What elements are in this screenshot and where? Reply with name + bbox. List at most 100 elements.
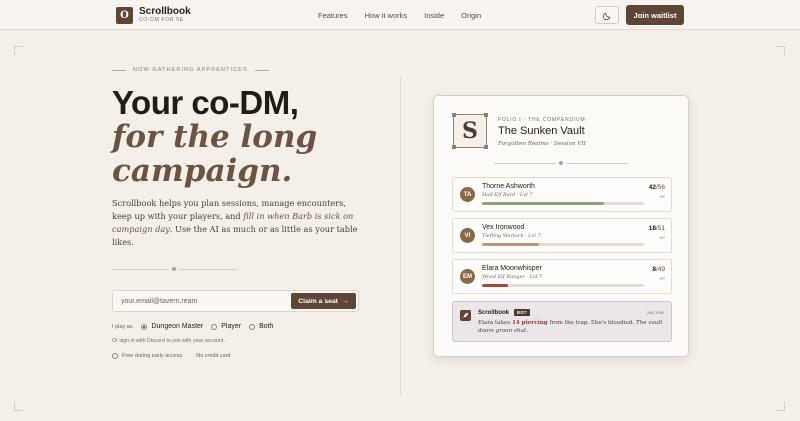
moon-icon: [602, 12, 610, 20]
avatar: EM: [460, 269, 475, 284]
author-name: Scrollbook: [478, 309, 510, 316]
character-name: Elara Moonwhisper: [482, 265, 542, 272]
hp-value: 8/49: [652, 266, 665, 273]
ornament-line: [494, 162, 556, 164]
corner-ornament: [776, 46, 785, 55]
corner-ornament: [14, 46, 23, 55]
main-nav: Features How it works Inside Origin: [318, 11, 498, 20]
claim-seat-button[interactable]: Claim a seat →: [291, 293, 356, 309]
role-option-label: Player: [221, 323, 242, 330]
ornament-line: [112, 268, 169, 270]
top-navigation-bar: O Scrollbook CO-DM FOR 5E Features How i…: [0, 0, 800, 30]
headline-line-2: for the long: [112, 119, 318, 155]
character-class: Tiefling Warlock · Lvl 7: [482, 233, 541, 239]
party-member-card[interactable]: VI Vex Ironwood Tiefling Warlock · Lvl 7…: [452, 218, 672, 253]
card-title: The Sunken Vault: [498, 125, 585, 137]
character-class: Wood Elf Ranger · Lvl 7: [482, 274, 543, 280]
avatar: VI: [460, 228, 475, 243]
party-member-card[interactable]: EM Elara Moonwhisper Wood Elf Ranger · L…: [452, 259, 672, 294]
nav-link-origin[interactable]: Origin: [461, 11, 481, 20]
hp-label: HP: [659, 276, 665, 281]
radio-unselected[interactable]: [249, 324, 256, 330]
hp-value: 18/51: [649, 225, 665, 232]
theme-toggle-button[interactable]: [595, 6, 619, 24]
logo-mark: O: [116, 6, 133, 24]
seal-corner: [452, 145, 456, 149]
hp-bar-fill: [482, 202, 604, 205]
hp-bar: [482, 284, 644, 287]
ornament-line: [566, 162, 628, 164]
message-text: Elara takes 14 piercing from the trap. S…: [478, 319, 666, 335]
hero-description: Scrollbook helps you plan sessions, mana…: [112, 197, 362, 249]
hp-max: /49: [655, 266, 665, 273]
hp-max: /51: [655, 225, 665, 232]
eyebrow-rule: [254, 69, 269, 71]
card-subtitle: Forgotten Realms · Session VII: [498, 141, 586, 147]
hp-label: HP: [659, 235, 665, 240]
role-selector-label: I play as: [112, 324, 133, 330]
brand-logo-link[interactable]: O Scrollbook CO-DM FOR 5E: [116, 6, 191, 24]
message-author: Scrollbook BOT: [478, 309, 530, 316]
signup-perks: Free during early access No credit card: [112, 353, 230, 359]
seal-letter: S: [462, 118, 478, 144]
eyebrow-rule: [112, 69, 126, 71]
damage-amount: 14 piercing: [511, 320, 548, 326]
role-option-both[interactable]: Both: [249, 323, 274, 331]
eyebrow-text: NOW GATHERING APPRENTICES: [133, 67, 248, 73]
bot-message: Scrollbook BOT just now Elara takes 14 p…: [452, 301, 672, 342]
hp-bar-fill: [482, 243, 539, 246]
headline-line-1: Your co-DM,: [112, 84, 299, 121]
hero-headline: Your co-DM, for the long campaign.: [112, 84, 318, 189]
brand-tagline: CO-DM FOR 5E: [139, 17, 184, 23]
character-name: Vex Ironwood: [482, 224, 525, 231]
radio-unselected[interactable]: [211, 324, 218, 330]
email-input[interactable]: your.email@tavern.ream: [121, 298, 197, 305]
message-time: just now: [647, 310, 664, 315]
corner-ornament: [776, 402, 785, 411]
ornament-dot: [172, 267, 176, 271]
seal-corner: [452, 113, 456, 117]
campaign-preview-card: S FOLIO I · THE COMPENDIUM The Sunken Va…: [433, 95, 689, 357]
corner-ornament: [14, 402, 23, 411]
feather-icon: [460, 310, 471, 321]
nav-link-inside[interactable]: Inside: [424, 11, 444, 20]
hp-current: 18: [648, 225, 656, 232]
role-selector: I play as Dungeon Master Player Both: [112, 323, 282, 331]
card-ornament-divider: [494, 161, 628, 165]
hp-value: 42/56: [649, 184, 665, 191]
ornament-line: [179, 268, 237, 270]
nav-link-how-it-works[interactable]: How it works: [365, 11, 408, 20]
hero-ornament-divider: [112, 267, 237, 271]
message-text-mid: from the trap. She's bloodied.: [547, 320, 636, 326]
feather-glyph: [463, 313, 468, 318]
perk-no-card: No credit card: [196, 353, 231, 359]
role-option-dungeon-master[interactable]: Dungeon Master: [141, 323, 203, 331]
card-folio: FOLIO I · THE COMPENDIUM: [498, 117, 586, 123]
seal-corner: [484, 145, 488, 149]
role-option-player[interactable]: Player: [211, 323, 241, 331]
hero-eyebrow: NOW GATHERING APPRENTICES: [112, 67, 269, 73]
hp-label: HP: [659, 194, 665, 199]
signup-form: your.email@tavern.ream Claim a seat →: [112, 290, 359, 312]
party-member-card[interactable]: TA Thorne Ashworth Half-Elf Bard · Lvl 7…: [452, 177, 672, 212]
avatar: TA: [460, 187, 475, 202]
arrow-right-icon: →: [341, 297, 349, 305]
discord-signin-note[interactable]: Or sign in with Discord to join with you…: [112, 338, 225, 344]
role-option-label: Both: [259, 323, 274, 330]
hp-current: 42: [648, 184, 656, 191]
hp-bar-fill: [482, 284, 508, 287]
radio-selected[interactable]: [141, 324, 148, 330]
hp-bar: [482, 202, 644, 205]
join-waitlist-button[interactable]: Join waitlist: [626, 5, 684, 25]
headline-line-3: campaign.: [112, 153, 293, 189]
role-option-label: Dungeon Master: [151, 323, 204, 330]
bot-badge: BOT: [514, 309, 530, 316]
character-name: Thorne Ashworth: [482, 183, 535, 190]
ornament-dot: [559, 161, 563, 165]
check-circle-icon: [112, 353, 118, 359]
hp-bar: [482, 243, 644, 246]
nav-link-features[interactable]: Features: [318, 11, 348, 20]
message-text-start: Elara takes: [478, 320, 512, 326]
section-divider: [400, 76, 401, 396]
character-class: Half-Elf Bard · Lvl 7: [482, 192, 533, 198]
